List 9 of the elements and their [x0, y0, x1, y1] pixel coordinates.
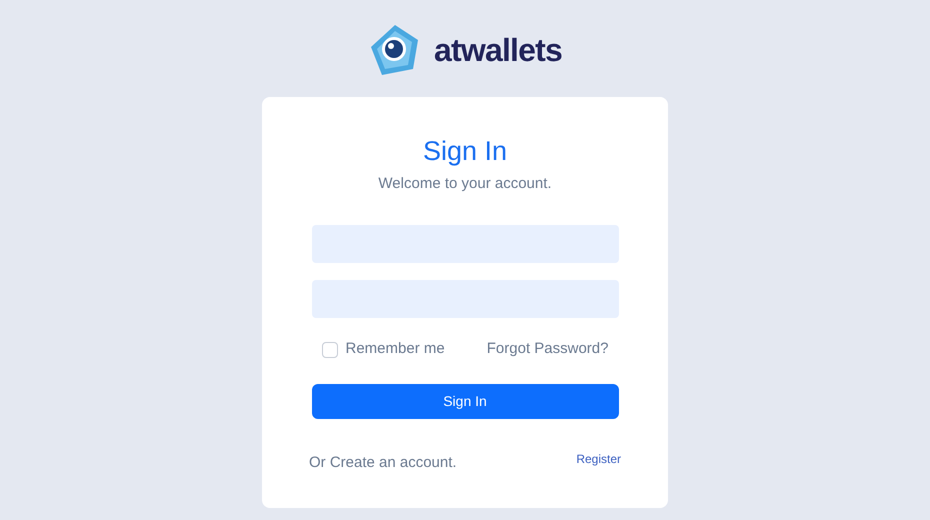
remember-label: Remember me [346, 339, 445, 360]
title: Sign In [422, 135, 508, 168]
create-account-text: Or Create an account. [309, 452, 457, 473]
register-link[interactable]: Register [576, 450, 621, 468]
sign-in-button[interactable]: Sign In [312, 384, 618, 419]
brand-name: atwallets [434, 31, 562, 70]
forgot-password-link[interactable]: Forgot Password? [486, 338, 608, 361]
subtitle: Welcome to your account. [378, 174, 552, 194]
checkbox[interactable] [322, 342, 338, 358]
